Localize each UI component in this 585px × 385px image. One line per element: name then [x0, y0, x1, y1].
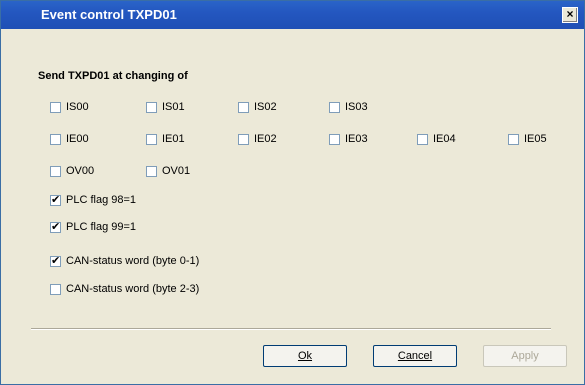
checkbox-box[interactable]	[146, 133, 157, 145]
checkbox-label: OV00	[66, 165, 95, 177]
checkbox-ie00[interactable]: IE00	[50, 133, 89, 145]
checkbox-box[interactable]	[50, 254, 61, 267]
group-label: Send TXPD01 at changing of	[38, 70, 188, 82]
ok-button-label: Ok	[297, 350, 313, 362]
checkbox-box[interactable]	[417, 133, 428, 145]
apply-button[interactable]: Apply	[483, 345, 567, 367]
checkbox-box[interactable]	[50, 133, 61, 145]
checkbox-can-status-2-3[interactable]: CAN-status word (byte 2-3)	[50, 283, 199, 295]
checkbox-box[interactable]	[146, 165, 157, 177]
checkbox-ie05[interactable]: IE05	[508, 133, 547, 145]
checkbox-box[interactable]	[238, 133, 249, 145]
checkbox-box[interactable]	[50, 101, 61, 113]
checkbox-label: CAN-status word (byte 0-1)	[66, 255, 200, 267]
checkbox-label: OV01	[162, 165, 191, 177]
cancel-button-label: Cancel	[397, 350, 433, 362]
checkbox-ie02[interactable]: IE02	[238, 133, 277, 145]
checkbox-label: IE05	[524, 133, 547, 145]
title-bar[interactable]: Event control TXPD01 ×	[1, 1, 584, 29]
checkbox-ov01[interactable]: OV01	[146, 165, 190, 177]
dialog-window: Event control TXPD01 × Send TXPD01 at ch…	[0, 0, 585, 385]
checkbox-plc-flag-99[interactable]: PLC flag 99=1	[50, 220, 137, 233]
apply-button-label: Apply	[511, 350, 539, 362]
checkbox-label: PLC flag 98=1	[66, 194, 137, 206]
checkbox-label: IE04	[433, 133, 456, 145]
checkbox-ie04[interactable]: IE04	[417, 133, 456, 145]
checkbox-can-status-0-1[interactable]: CAN-status word (byte 0-1)	[50, 254, 200, 267]
checkbox-box[interactable]	[329, 101, 340, 113]
checkbox-label: IE01	[162, 133, 185, 145]
checkbox-ie01[interactable]: IE01	[146, 133, 185, 145]
checkbox-plc-flag-98[interactable]: PLC flag 98=1	[50, 193, 137, 206]
checkbox-label: IS02	[254, 101, 277, 113]
checkbox-label: PLC flag 99=1	[66, 221, 137, 233]
checkbox-box[interactable]	[50, 165, 61, 177]
checkbox-label: IE00	[66, 133, 89, 145]
separator	[31, 328, 551, 330]
checkbox-label: IS03	[345, 101, 368, 113]
checkbox-box[interactable]	[50, 193, 61, 206]
checkbox-ie03[interactable]: IE03	[329, 133, 368, 145]
checkbox-is01[interactable]: IS01	[146, 101, 185, 113]
checkbox-label: CAN-status word (byte 2-3)	[66, 283, 200, 295]
checkbox-is02[interactable]: IS02	[238, 101, 277, 113]
checkbox-is03[interactable]: IS03	[329, 101, 368, 113]
checkbox-is00[interactable]: IS00	[50, 101, 89, 113]
checkbox-ov00[interactable]: OV00	[50, 165, 94, 177]
checkbox-box[interactable]	[508, 133, 519, 145]
close-icon: ×	[566, 7, 574, 21]
checkbox-label: IS01	[162, 101, 185, 113]
close-button[interactable]: ×	[562, 7, 578, 23]
checkbox-label: IE03	[345, 133, 368, 145]
checkbox-label: IE02	[254, 133, 277, 145]
checkbox-box[interactable]	[146, 101, 157, 113]
ok-button[interactable]: Ok	[263, 345, 347, 367]
checkbox-box[interactable]	[50, 283, 61, 295]
checkbox-box[interactable]	[50, 220, 61, 233]
cancel-button[interactable]: Cancel	[373, 345, 457, 367]
checkbox-box[interactable]	[238, 101, 249, 113]
checkbox-box[interactable]	[329, 133, 340, 145]
checkbox-label: IS00	[66, 101, 89, 113]
window-title: Event control TXPD01	[41, 7, 177, 22]
